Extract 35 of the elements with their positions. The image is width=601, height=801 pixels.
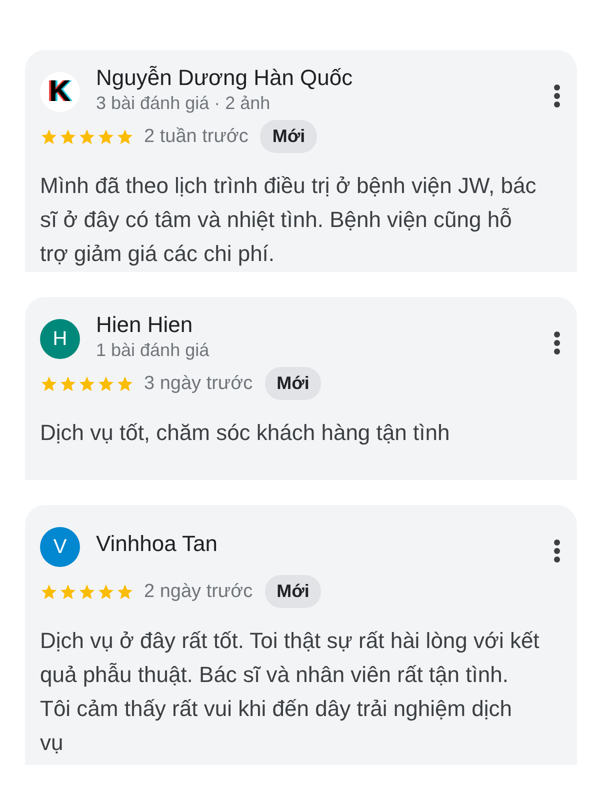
star-icon: [40, 374, 58, 392]
logo-avatar: K: [40, 72, 80, 112]
reviewer-stats: 1 bài đánh giá: [96, 340, 210, 360]
new-badge: Mới: [264, 367, 322, 400]
star-icon: [40, 582, 58, 600]
review-text: Mình đã theo lịch trình điều trị ở bệnh viện JW, bác sĩ ở đây có tâm và nhiệt tình. Bệnh viện cũng hỗ trợ giảm giá các chi phí.: [40, 172, 538, 268]
star-icon: [78, 582, 96, 600]
review-time: 2 tuần trước: [144, 126, 248, 148]
new-badge: Mới: [260, 120, 318, 153]
star-icon: [59, 128, 77, 146]
star-icon: [59, 582, 77, 600]
reviewer-name[interactable]: Nguyễn Dương Hàn Quốc: [96, 64, 537, 90]
star-icon: [97, 582, 115, 600]
review-text: Dịch vụ ở đây rất tốt. Toi thật sự rất hài lòng với kết quả phẫu thuật. Bác sĩ và nhân viên rất tận tình. Tôi cảm thấy rất vui khi đến dây trải nghiệm dịch vụ: [40, 627, 540, 757]
star-icon: [40, 128, 58, 146]
star-icon: [116, 374, 134, 392]
new-badge: Mới: [264, 575, 322, 608]
star-icon: [59, 374, 77, 392]
star-icon: [97, 128, 115, 146]
reviewer-name[interactable]: Hien Hien: [96, 312, 537, 338]
reviewer-stats: 3 bài đánh giá · 2 ảnh: [96, 92, 272, 114]
review-time: 2 ngày trước: [144, 580, 253, 602]
review-time: 3 ngày trước: [144, 372, 253, 394]
star-icon: [78, 128, 96, 146]
more-options-icon[interactable]: [553, 84, 561, 108]
review-text: Dịch vụ tốt, chăm sóc khách hàng tận tình: [40, 419, 451, 447]
more-options-icon[interactable]: [553, 331, 561, 355]
reviewer-name[interactable]: Vinhhoa Tan: [96, 531, 537, 557]
avatar: H: [40, 319, 80, 359]
avatar: V: [40, 527, 80, 567]
more-options-icon[interactable]: [553, 539, 561, 563]
star-icon: [116, 582, 134, 600]
star-icon: [97, 374, 115, 392]
star-icon: [116, 128, 134, 146]
star-icon: [78, 374, 96, 392]
